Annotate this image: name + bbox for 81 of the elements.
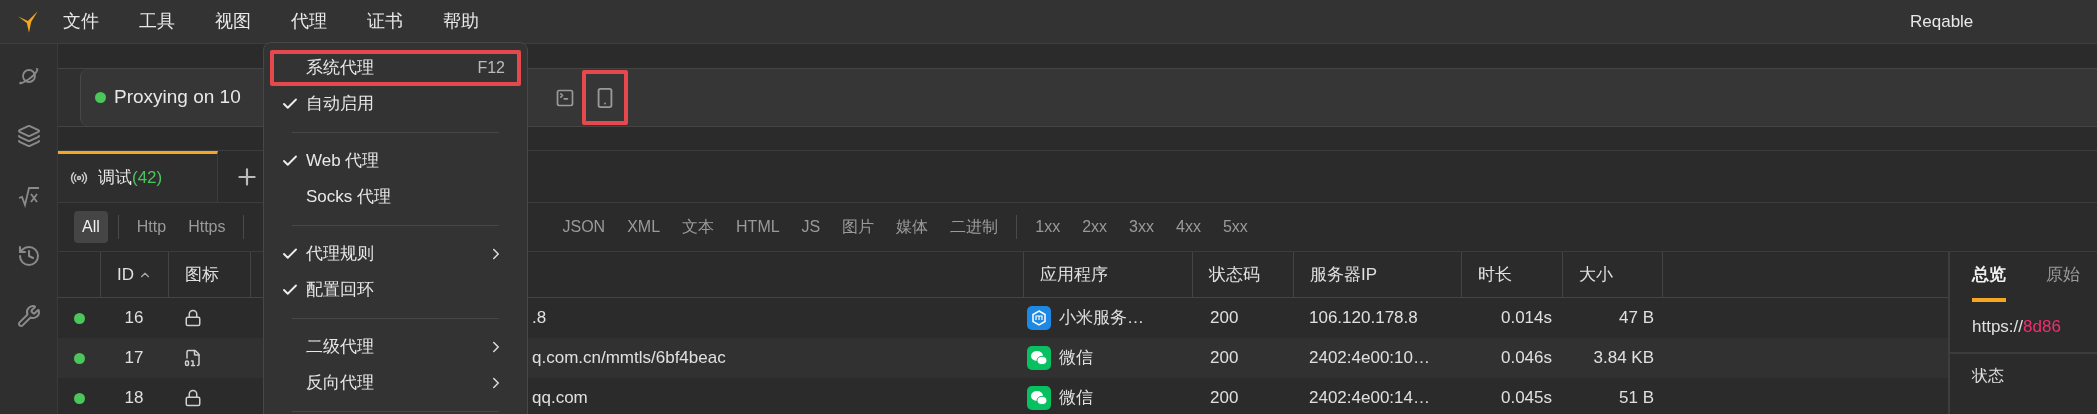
table-cell: 200 xyxy=(1210,388,1239,408)
detail-tab[interactable]: 原始 xyxy=(2046,252,2080,302)
menu-entry[interactable]: 代理规则 xyxy=(270,236,521,272)
table-cell: .8 xyxy=(532,308,547,328)
table-cell-text: 18 xyxy=(124,387,144,410)
menu-entry-label: 系统代理 xyxy=(306,57,375,80)
menu-item[interactable]: 文件 xyxy=(63,8,99,35)
filter-chip[interactable]: 二进制 xyxy=(942,211,1007,243)
chat-bubbles-icon xyxy=(1027,386,1051,410)
menu-entry-label: 代理规则 xyxy=(306,243,375,266)
table-cell-text: 16 xyxy=(124,307,144,330)
table-cell-text: 51 B xyxy=(1619,387,1654,410)
terminal-icon[interactable] xyxy=(555,87,575,108)
column-header[interactable]: 应用程序 xyxy=(1040,261,1108,288)
menu-entry[interactable]: Web 代理 xyxy=(270,143,521,179)
menu-item[interactable]: 工具 xyxy=(139,8,175,35)
menu-item[interactable]: 证书 xyxy=(367,8,403,35)
table-cell: q.com.cn/mmtls/6bf4beac xyxy=(532,348,726,368)
history-icon[interactable] xyxy=(16,244,41,268)
request-url: https://8d86 xyxy=(1972,316,2061,339)
detail-tab[interactable]: 总览 xyxy=(1972,252,2006,302)
table-cell: qq.com xyxy=(532,388,588,408)
column-header[interactable]: 时长 xyxy=(1478,261,1512,288)
shortcut-label: F12 xyxy=(477,58,505,78)
filter-chip[interactable]: HTML xyxy=(728,211,788,243)
session-tab[interactable]: 调试(42) xyxy=(58,151,218,202)
stack-icon[interactable] xyxy=(16,124,41,148)
filter-chip[interactable]: XML xyxy=(619,211,669,243)
table-cell-text: 小米服务… xyxy=(1059,307,1144,330)
filter-chip[interactable]: 文本 xyxy=(674,211,723,243)
filter-chip[interactable]: Https xyxy=(180,211,234,243)
antenna-icon xyxy=(70,169,88,187)
tab-label: 调试(42) xyxy=(98,167,163,190)
column-header[interactable]: 图标 xyxy=(185,261,219,288)
filter-chip[interactable]: 图片 xyxy=(834,211,883,243)
column-header[interactable]: 状态码 xyxy=(1209,261,1260,288)
lock-icon xyxy=(184,309,202,327)
menu-entry[interactable]: 自动启用 xyxy=(270,86,521,122)
binary-file-icon xyxy=(184,349,202,367)
filter-chip[interactable]: 1xx xyxy=(1027,211,1069,243)
menu-entry-label: Socks 代理 xyxy=(306,186,393,209)
table-cell: 2402:4e00:10… xyxy=(1309,348,1430,368)
menu-item[interactable]: 视图 xyxy=(215,8,251,35)
column-header[interactable]: 服务器IP xyxy=(1310,261,1378,288)
filter-chip[interactable]: 5xx xyxy=(1214,211,1256,243)
filter-chip[interactable]: 媒体 xyxy=(888,211,937,243)
square-root-icon[interactable] xyxy=(16,184,41,208)
filter-chip[interactable]: JS xyxy=(793,211,829,243)
menu-entry-label: 自动启用 xyxy=(306,93,375,116)
table-cell-text: 3.84 KB xyxy=(1593,347,1654,370)
lock-icon xyxy=(184,389,202,407)
table-cell-text: 0.045s xyxy=(1500,387,1552,410)
column-header[interactable]: 大小 xyxy=(1579,261,1613,288)
filter-chip[interactable]: JSON xyxy=(554,211,614,243)
table-cell-text: 0.014s xyxy=(1500,307,1552,330)
menu-entry-label: 二级代理 xyxy=(306,336,375,359)
chat-bubbles-icon xyxy=(1027,346,1051,370)
window-title: Reqable xyxy=(1910,10,1974,33)
wrench-icon[interactable] xyxy=(16,304,41,328)
menu-entry-label: Web 代理 xyxy=(306,150,381,173)
table-cell: 200 xyxy=(1210,308,1239,328)
filter-chip[interactable]: 3xx xyxy=(1121,211,1162,243)
table-cell: 106.120.178.8 xyxy=(1309,308,1418,328)
filter-chip[interactable]: 4xx xyxy=(1168,211,1209,243)
table-cell-text: 47 B xyxy=(1619,307,1654,330)
column-header[interactable]: ID xyxy=(117,261,152,288)
table-cell-text: 微信 xyxy=(1059,347,1093,370)
proxy-status: Proxying on 10 xyxy=(114,85,241,110)
field-label: 状态 xyxy=(1972,366,2004,386)
table-cell-text: 17 xyxy=(124,347,144,370)
menu-item[interactable]: 帮助 xyxy=(443,8,479,35)
table-cell-text: 微信 xyxy=(1059,387,1093,410)
menu-item[interactable]: 代理 xyxy=(291,8,327,35)
filter-chip[interactable]: 2xx xyxy=(1074,211,1116,243)
table-cell: 2402:4e00:14… xyxy=(1309,388,1430,408)
menu-entry[interactable]: 系统代理 F12 xyxy=(270,50,521,86)
menu-entry[interactable]: Socks 代理 xyxy=(270,179,521,215)
table-cell-text: 0.046s xyxy=(1500,347,1552,370)
filter-chip[interactable]: All xyxy=(74,211,108,243)
filter-chip[interactable]: Http xyxy=(128,211,175,243)
table-cell: 200 xyxy=(1210,348,1239,368)
